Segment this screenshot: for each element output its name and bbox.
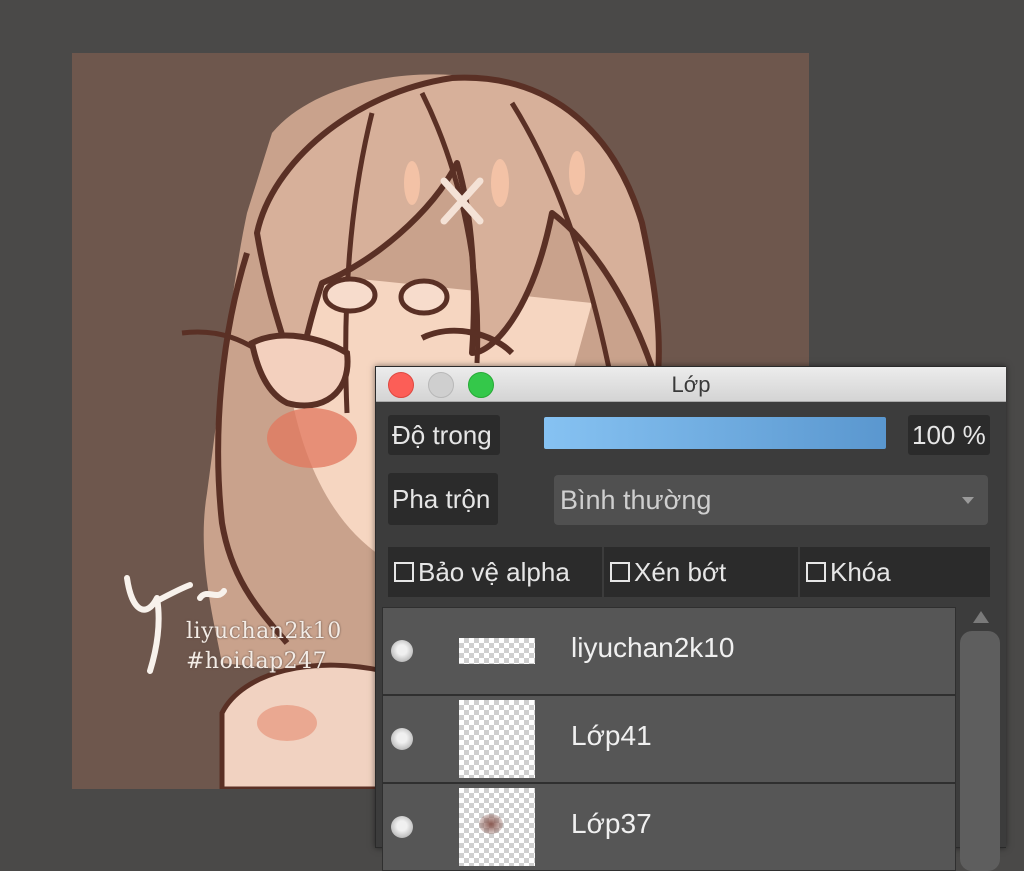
layer-row[interactable]: liyuchan2k10 — [382, 607, 956, 695]
blend-mode-label: Pha trộn — [388, 473, 499, 525]
watermark-hashtag: #hoidap247 — [186, 649, 328, 674]
watermark-username: liyuchan2k10 — [186, 619, 342, 644]
visibility-toggle-icon[interactable] — [391, 816, 413, 838]
visibility-toggle-icon[interactable] — [391, 640, 413, 662]
layer-name: Lớp37 — [571, 808, 652, 839]
opacity-slider[interactable] — [544, 417, 886, 449]
chevron-down-icon — [962, 497, 974, 504]
layer-row[interactable]: Lớp37 — [382, 783, 956, 871]
opacity-value: 100 % — [908, 415, 990, 455]
visibility-toggle-icon[interactable] — [391, 728, 413, 750]
lock-label: Khóa — [830, 556, 891, 587]
opacity-label: Độ trong — [388, 415, 500, 455]
layer-thumbnail — [459, 788, 535, 866]
blend-mode-select[interactable]: Bình thường — [554, 475, 988, 525]
scrollbar-thumb[interactable] — [960, 631, 1000, 871]
clipping-label: Xén bớt — [634, 556, 727, 587]
layer-name: Lớp41 — [571, 720, 652, 751]
panel-title: Lớp — [671, 372, 711, 397]
layer-list: liyuchan2k10 Lớp41 Lớp37 — [382, 607, 956, 871]
checkbox-icon[interactable] — [394, 562, 414, 582]
layer-row[interactable]: Lớp41 — [382, 695, 956, 783]
panel-titlebar[interactable]: Lớp — [376, 367, 1006, 402]
layer-name: liyuchan2k10 — [571, 632, 735, 663]
lock-checkbox[interactable]: Khóa — [800, 547, 990, 597]
layer-list-scrollbar[interactable] — [958, 607, 1004, 871]
layer-thumbnail — [459, 700, 535, 778]
thumbnail-content — [479, 814, 503, 834]
protect-alpha-label: Bảo vệ alpha — [418, 556, 570, 587]
layer-options-row: Bảo vệ alpha Xén bớt Khóa — [388, 547, 990, 597]
checkbox-icon[interactable] — [806, 562, 826, 582]
layer-panel: Lớp Độ trong 100 % Pha trộn Bình thường … — [375, 366, 1006, 871]
opacity-slider-fill — [544, 417, 886, 449]
protect-alpha-checkbox[interactable]: Bảo vệ alpha — [388, 547, 604, 597]
scroll-up-arrow-icon[interactable] — [973, 611, 989, 623]
clipping-checkbox[interactable]: Xén bớt — [604, 547, 800, 597]
checkbox-icon[interactable] — [610, 562, 630, 582]
blend-mode-value: Bình thường — [560, 485, 712, 515]
layer-thumbnail — [459, 638, 535, 664]
